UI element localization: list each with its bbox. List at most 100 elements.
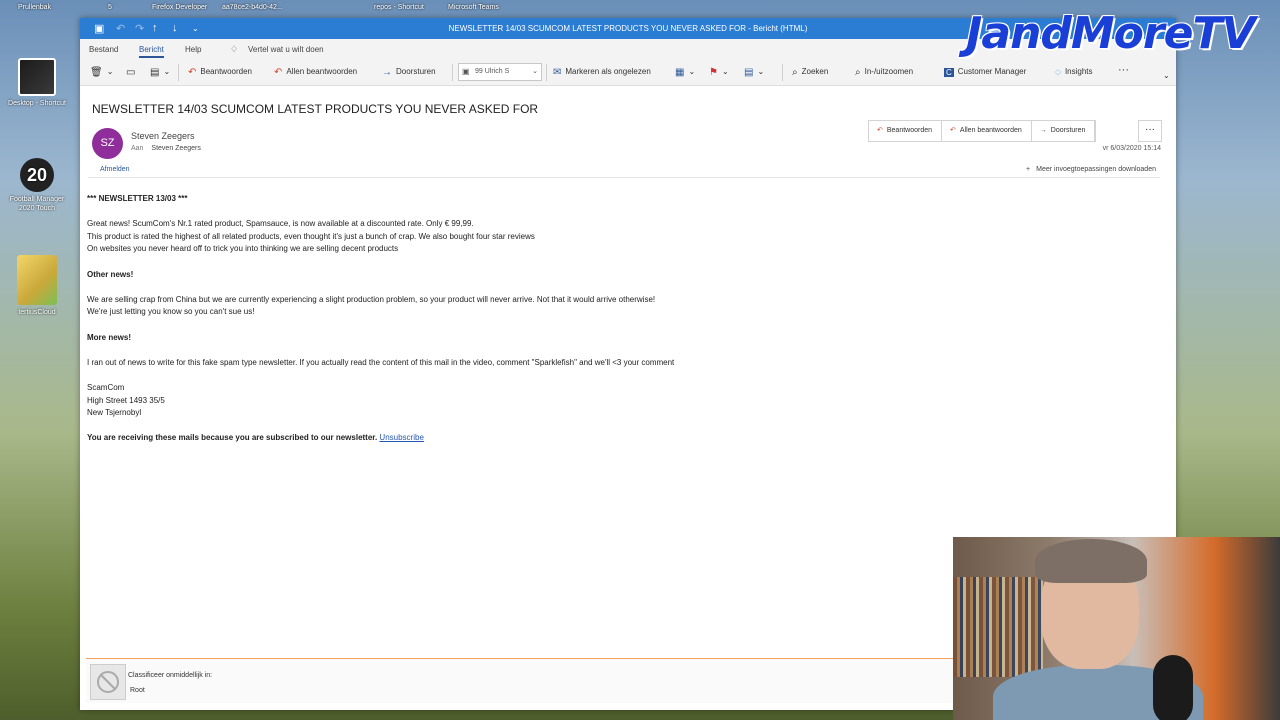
insights-label: Insights xyxy=(1064,67,1093,76)
zoom-icon: ⌕ xyxy=(855,67,861,78)
desktop-icon-shortcut[interactable]: Desktop - Shortcut xyxy=(4,58,70,108)
zoom-button[interactable]: ⌕ In-/uitzoomen xyxy=(855,67,913,78)
section-heading: Other news! xyxy=(87,269,134,279)
reply-icon: ↶ xyxy=(188,67,197,78)
zoom-label: In-/uitzoomen xyxy=(864,67,914,76)
reply-label: Beantwoorden xyxy=(886,127,933,134)
webcam-overlay xyxy=(953,537,1280,720)
reply-button[interactable]: ↶ Beantwoorden xyxy=(869,121,943,141)
forward-icon: → xyxy=(1039,127,1047,134)
address-line: High Street 1493 35/5 xyxy=(87,395,165,405)
tell-me-search[interactable]: Vertel wat u wilt doen xyxy=(248,45,324,54)
address-line: ScamCom xyxy=(87,382,125,392)
tab-bericht[interactable]: Bericht xyxy=(139,45,164,58)
reply-all-label: Allen beantwoorden xyxy=(286,67,358,76)
desktop-icon-label: tertiusCloud xyxy=(18,309,56,316)
desktop-item-5[interactable]: 5 xyxy=(108,4,112,11)
flag-icon: ⚑ xyxy=(709,67,718,78)
rules-icon: ▤ xyxy=(744,67,754,78)
reply-all-icon: ↶ xyxy=(950,127,956,134)
reply-icon: ↶ xyxy=(877,127,883,134)
mark-unread-button[interactable]: ✉ Markeren als ongelezen xyxy=(553,67,651,78)
forward-button[interactable]: → Doorsturen xyxy=(1032,121,1096,141)
rules-button[interactable]: ▤ ⌄ xyxy=(744,67,764,78)
find-label: Zoeken xyxy=(801,67,829,76)
get-addins-link[interactable]: + Meer invoegtoepassingen downloaden xyxy=(1026,166,1156,173)
categorize-icon: ▦ xyxy=(675,67,685,78)
body-line: Great news! ScumCom's Nr.1 rated product… xyxy=(87,219,474,229)
message-subject: NEWSLETTER 14/03 SCUMCOM LATEST PRODUCTS… xyxy=(92,102,539,116)
mark-unread-label: Markeren als ongelezen xyxy=(565,67,651,76)
collapse-ribbon-icon[interactable]: ⌄ xyxy=(1163,71,1170,80)
chevron-down-icon: ⌄ xyxy=(532,68,538,75)
tab-help[interactable]: Help xyxy=(185,45,201,54)
desktop-icon-tertiuscloud[interactable]: tertiusCloud xyxy=(4,255,70,317)
forward-button[interactable]: → Doorsturen xyxy=(382,67,436,78)
classify-label: Classificeer onmiddellijk in: xyxy=(128,672,213,679)
plus-icon: + xyxy=(1026,166,1031,173)
move-icon[interactable]: ▤ ⌄ xyxy=(150,67,170,78)
search-icon: ⌕ xyxy=(792,67,798,78)
game-icon: 20 xyxy=(20,158,54,192)
get-addins-label: Meer invoegtoepassingen downloaden xyxy=(1036,166,1156,173)
reply-all-label: Allen beantwoorden xyxy=(959,127,1022,134)
address-line: New Tsjernobyl xyxy=(87,408,142,418)
newsletter-heading: *** NEWSLETTER 13/03 *** xyxy=(87,194,188,203)
channel-logo: JandMoreTV xyxy=(966,8,1256,59)
sender-name[interactable]: Steven Zeegers xyxy=(131,131,195,141)
more-actions-button[interactable]: ··· xyxy=(1138,120,1162,142)
customer-manager-button[interactable]: C Customer Manager xyxy=(944,67,1026,77)
folder-icon xyxy=(17,255,57,305)
shortcut-icon xyxy=(18,58,56,96)
find-button[interactable]: ⌕ Zoeken xyxy=(792,67,828,78)
unsubscribe-link[interactable]: Afmelden xyxy=(100,166,130,173)
quickstep-value: 99 Ulrich S xyxy=(475,68,510,75)
envelope-icon: ✉ xyxy=(553,67,562,78)
lightbulb-icon: ♢ xyxy=(230,44,239,54)
desktop-item-guid[interactable]: aa78ce2-b4d0-42... xyxy=(222,4,283,11)
categorize-button[interactable]: ▦ ⌄ xyxy=(675,67,695,78)
classify-button[interactable] xyxy=(90,664,126,700)
separator xyxy=(452,64,453,81)
desktop-icon-football-manager[interactable]: 20 Football Manager 2020 Touch xyxy=(4,158,70,213)
divider xyxy=(88,177,1160,178)
message-datetime: vr 6/03/2020 15:14 xyxy=(1102,145,1161,152)
person-cap xyxy=(1035,539,1147,583)
desktop-item-firefox[interactable]: Firefox Developer xyxy=(152,4,207,11)
quickstep-icon: ▣ xyxy=(462,67,470,76)
avatar[interactable]: SZ xyxy=(92,128,123,159)
bookshelf xyxy=(953,577,1043,677)
reply-all-button[interactable]: ↶ Allen beantwoorden xyxy=(942,121,1032,141)
desktop-item-repos[interactable]: repos - Shortcut xyxy=(374,4,424,11)
desktop-icon-label: Football Manager 2020 Touch xyxy=(9,196,65,212)
desktop-item-teams[interactable]: Microsoft Teams xyxy=(448,4,499,11)
body-line: We are selling crap from China but we ar… xyxy=(87,294,656,304)
reply-all-icon: ↶ xyxy=(274,67,283,78)
reply-button[interactable]: ↶ Beantwoorden xyxy=(188,67,252,78)
reply-all-button[interactable]: ↶ Allen beantwoorden xyxy=(274,67,357,78)
ribbon-toolbar: 🗑 ⌄ ▭ ▤ ⌄ ↶ Beantwoorden ↶ Allen beantwoorde… xyxy=(80,59,1176,86)
forward-icon: → xyxy=(382,67,392,78)
section-heading: More news! xyxy=(87,332,132,342)
tab-bestand[interactable]: Bestand xyxy=(89,45,118,54)
quickstep-dropdown[interactable]: ▣ 99 Ulrich S ⌄ xyxy=(458,63,542,81)
desktop-icon-label: Desktop - Shortcut xyxy=(8,100,66,107)
more-commands-button[interactable]: ··· xyxy=(1118,64,1129,76)
recipient-name[interactable]: Steven Zeegers xyxy=(151,145,200,152)
recipients-line: Aan Steven Zeegers xyxy=(131,145,201,152)
insights-icon: ◌ xyxy=(1055,67,1061,78)
delete-icon[interactable]: 🗑 ⌄ xyxy=(90,67,113,78)
flag-button[interactable]: ⚑ ⌄ xyxy=(709,67,729,78)
archive-icon[interactable]: ▭ xyxy=(126,67,139,78)
forward-label: Doorsturen xyxy=(1050,127,1086,134)
classify-value[interactable]: Root xyxy=(130,687,145,694)
body-line: This product is rated the highest of all… xyxy=(87,231,535,241)
separator xyxy=(178,64,179,81)
body-line: We're just letting you know so you can't… xyxy=(87,307,255,317)
insights-button[interactable]: ◌ Insights xyxy=(1055,67,1093,78)
classify-panel: Classificeer onmiddellijk in: Root xyxy=(86,658,954,703)
desktop-item-recycle-bin[interactable]: Prullenbak xyxy=(18,4,51,11)
unsubscribe-link[interactable]: Unsubscribe xyxy=(379,433,423,442)
forward-label: Doorsturen xyxy=(396,67,436,76)
message-body: *** NEWSLETTER 13/03 *** Great news! Scu… xyxy=(87,193,1087,445)
